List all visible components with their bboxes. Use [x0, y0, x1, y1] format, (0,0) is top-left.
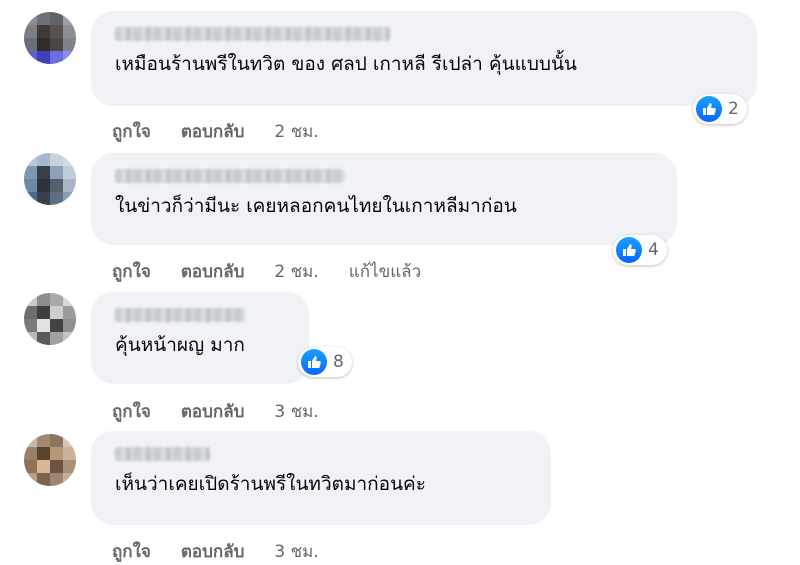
comment-text: คุ้นหน้าผญ มาก — [115, 334, 245, 356]
timestamp[interactable]: 2 ชม. — [274, 118, 318, 145]
comment-text: เหมือนร้านพรีในทวิต ของ ศลป เกาหลี รีเปล… — [115, 53, 577, 75]
author-name[interactable] — [115, 447, 210, 461]
edited-label: แก้ไขแล้ว — [348, 262, 422, 282]
comment-actions: ถูกใจ ตอบกลับ 3 ชม. — [112, 398, 349, 425]
like-reaction-icon — [696, 96, 722, 122]
comment-bubble: เหมือนร้านพรีในทวิต ของ ศลป เกาหลี รีเปล… — [91, 11, 757, 106]
author-name[interactable] — [115, 169, 345, 183]
reply-link[interactable]: ตอบกลับ — [181, 538, 245, 565]
reaction-count: 4 — [648, 240, 659, 260]
author-name[interactable] — [115, 27, 390, 41]
reaction-count: 8 — [333, 352, 344, 372]
reaction-summary[interactable]: 8 — [298, 347, 352, 377]
reaction-summary[interactable]: 2 — [693, 94, 747, 124]
author-name[interactable] — [115, 308, 245, 322]
comment-actions: ถูกใจ ตอบกลับ 3 ชม. — [112, 538, 349, 565]
like-link[interactable]: ถูกใจ — [112, 538, 151, 565]
comment-bubble: เห็นว่าเคยเปิดร้านพรีในทวิตมาก่อนค่ะ — [91, 431, 551, 525]
comment-actions: ถูกใจ ตอบกลับ 2 ชม. แก้ไขแล้ว — [112, 258, 451, 285]
timestamp[interactable]: 2 ชม. — [274, 258, 318, 285]
avatar[interactable] — [24, 153, 76, 205]
avatar[interactable] — [24, 434, 76, 486]
like-link[interactable]: ถูกใจ — [112, 398, 151, 425]
comment-actions: ถูกใจ ตอบกลับ 2 ชม. — [112, 118, 349, 145]
timestamp[interactable]: 3 ชม. — [274, 538, 318, 565]
reaction-count: 2 — [728, 99, 739, 119]
reply-link[interactable]: ตอบกลับ — [181, 258, 245, 285]
avatar[interactable] — [24, 293, 76, 345]
comment-bubble: คุ้นหน้าผญ มาก — [91, 292, 309, 384]
comment-text: เห็นว่าเคยเปิดร้านพรีในทวิตมาก่อนค่ะ — [115, 473, 426, 495]
comment-bubble: ในข่าวก็ว่ามีนะ เคยหลอกคนไทยในเกาหลีมาก่… — [91, 153, 677, 245]
reply-link[interactable]: ตอบกลับ — [181, 398, 245, 425]
like-link[interactable]: ถูกใจ — [112, 258, 151, 285]
timestamp[interactable]: 3 ชม. — [274, 398, 318, 425]
comment-text: ในข่าวก็ว่ามีนะ เคยหลอกคนไทยในเกาหลีมาก่… — [115, 195, 517, 217]
like-reaction-icon — [616, 237, 642, 263]
like-reaction-icon — [301, 349, 327, 375]
reply-link[interactable]: ตอบกลับ — [181, 118, 245, 145]
like-link[interactable]: ถูกใจ — [112, 118, 151, 145]
avatar[interactable] — [24, 12, 76, 64]
reaction-summary[interactable]: 4 — [613, 235, 667, 265]
